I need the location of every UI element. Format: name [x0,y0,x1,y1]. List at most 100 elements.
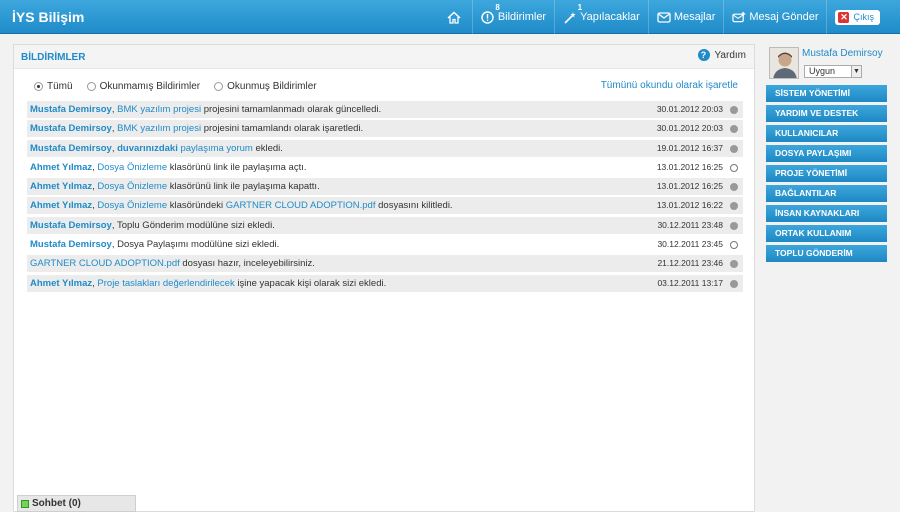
sidebar-menu-item[interactable]: İNSAN KAYNAKLARI [766,205,887,222]
user-link[interactable]: duvarınızdaki [117,143,178,154]
notification-row[interactable]: Mustafa Demirsoy, Dosya Paylaşımı modülü… [27,236,743,254]
sidebar-menu-item[interactable]: ORTAK KULLANIM [766,225,887,242]
unread-status-icon[interactable] [730,125,738,134]
user-link[interactable]: Mustafa Demirsoy [30,123,112,134]
notifications-button[interactable]: 8 Bildirimler [471,0,554,34]
user-link[interactable]: Ahmet Yılmaz [30,200,92,211]
item-link[interactable]: Proje taslakları değerlendirilecek [97,278,234,289]
notification-row[interactable]: GARTNER CLOUD ADOPTION.pdf dosyası hazır… [27,255,743,273]
notification-text: ekledi. [252,142,283,154]
notification-row[interactable]: Ahmet Yılmaz, Proje taslakları değerlend… [27,274,743,292]
notification-text: klasörünü link ile paylaşıma açtı. [167,161,307,173]
unread-status-icon[interactable] [730,260,738,269]
unread-status-icon[interactable] [730,183,738,192]
item-link[interactable]: paylaşıma yorum [180,143,252,154]
unread-status-icon[interactable] [730,221,738,230]
notifications-label: Bildirimler [497,11,547,23]
sidebar: Mustafa Demirsoy Uygun ▼ SİSTEM YÖNETİMİ… [766,44,887,262]
notification-row[interactable]: Mustafa Demirsoy, duvarınızdaki paylaşım… [27,139,743,157]
notification-row[interactable]: Mustafa Demirsoy, BMK yazılım projesi pr… [27,120,743,138]
read-status-icon[interactable] [730,163,738,172]
item-link[interactable]: Dosya Önizleme [97,200,167,211]
user-link[interactable]: Mustafa Demirsoy [30,220,112,231]
item-link[interactable]: GARTNER CLOUD ADOPTION.pdf [30,258,180,269]
chat-status-icon [21,499,29,508]
notification-text: , Dosya Paylaşımı modülüne sizi ekledi. [111,239,280,251]
notification-date: 30.01.2012 20:03 [656,123,723,134]
todos-count: 1 [577,3,583,12]
chat-label: Sohbet (0) [32,498,81,509]
notification-row[interactable]: Ahmet Yılmaz, Dosya Önizleme klasörünü l… [27,178,743,196]
messages-button[interactable]: Mesajlar [647,0,724,34]
envelope-plus-icon [732,10,746,24]
home-icon [447,10,461,24]
radio-icon [86,82,96,91]
notification-list: Mustafa Demirsoy, BMK yazılım projesi pr… [27,101,743,294]
notification-date: 13.01.2012 16:22 [656,200,723,211]
chat-bar[interactable]: Sohbet (0) [17,495,136,512]
status-select[interactable]: Uygun ▼ [804,65,862,78]
sidebar-menu-item[interactable]: YARDIM VE DESTEK [766,105,887,122]
user-link[interactable]: Mustafa Demirsoy [30,104,112,115]
top-navigation: 8 Bildirimler 1 Yapılacaklar Mesajlar Me… [439,0,888,34]
notifications-panel: BİLDİRİMLER ? Yardım Tümü Okunmamış Bild… [13,44,755,512]
filter-all-radio[interactable]: Tümü [34,81,73,92]
user-link[interactable]: Mustafa Demirsoy [30,239,112,250]
notification-date: 21.12.2011 23:46 [657,258,723,269]
page-title: BİLDİRİMLER [21,52,86,63]
notification-text: klasörünü link ile paylaşıma kapattı. [167,181,320,193]
unread-status-icon[interactable] [730,202,738,211]
item-link[interactable]: BMK yazılım projesi [117,104,201,115]
unread-status-icon[interactable] [730,144,738,153]
avatar[interactable] [769,47,799,79]
user-link[interactable]: Ahmet Yılmaz [30,181,92,192]
notification-date: 30.12.2011 23:45 [657,239,723,250]
sidebar-menu-item[interactable]: PROJE YÖNETİMİ [766,165,887,182]
filter-all-label: Tümü [47,81,73,92]
notification-date: 30.01.2012 20:03 [656,104,723,114]
notification-row[interactable]: Mustafa Demirsoy, BMK yazılım projesi pr… [27,101,743,118]
item-link[interactable]: Dosya Önizleme [97,181,167,192]
brand-title[interactable]: İYS Bilişim [12,9,84,25]
user-link[interactable]: Mustafa Demirsoy [30,143,112,154]
unread-status-icon[interactable] [730,279,738,288]
radio-selected-icon [34,82,43,91]
todos-button[interactable]: 1 Yapılacaklar [554,0,648,34]
user-link[interactable]: Ahmet Yılmaz [30,278,92,289]
send-message-button[interactable]: Mesaj Gönder [723,0,826,34]
home-button[interactable] [439,0,472,34]
filter-read-radio[interactable]: Okunmuş Bildirimler [214,81,317,92]
notification-text: işine yapacak kişi olarak sizi ekledi. [234,277,387,289]
filter-unread-radio[interactable]: Okunmamış Bildirimler [86,81,201,92]
help-link[interactable]: ? Yardım [697,49,746,61]
sidebar-menu-item[interactable]: SİSTEM YÖNETİMİ [766,85,887,102]
sidebar-menu-item[interactable]: KULLANICILAR [766,125,887,142]
item-link[interactable]: BMK yazılım projesi [117,123,201,134]
notification-text: projesini tamamlanmadı olarak güncelledi… [201,104,382,115]
notification-row[interactable]: Ahmet Yılmaz, Dosya Önizleme klasörünü l… [27,158,743,176]
mark-all-read-link[interactable]: Tümünü okundu olarak işaretle [601,80,738,91]
read-status-icon[interactable] [730,241,738,250]
sidebar-menu-item[interactable]: BAĞLANTILAR [766,185,887,202]
notification-row[interactable]: Mustafa Demirsoy, Toplu Gönderim modülün… [27,216,743,234]
user-card: Mustafa Demirsoy Uygun ▼ [766,44,887,82]
messages-label: Mesajlar [673,11,716,23]
status-value: Uygun [809,66,836,76]
notifications-count: 8 [495,3,500,12]
filter-unread-label: Okunmamış Bildirimler [99,81,201,92]
notification-text: dosyasını kilitledi. [375,200,453,212]
item-link[interactable]: GARTNER CLOUD ADOPTION.pdf [226,200,376,211]
send-message-label: Mesaj Gönder [749,11,819,23]
logout-button[interactable]: ✕ Çıkış [835,9,880,25]
user-link[interactable]: Ahmet Yılmaz [30,162,92,173]
user-name[interactable]: Mustafa Demirsoy [802,48,883,59]
notification-row[interactable]: Ahmet Yılmaz, Dosya Önizleme klasöründek… [27,197,743,215]
item-link[interactable]: Dosya Önizleme [97,162,167,173]
sidebar-menu-item[interactable]: TOPLU GÖNDERİM [766,245,887,262]
panel-header: BİLDİRİMLER ? Yardım [14,45,754,69]
filter-group: Tümü Okunmamış Bildirimler Okunmuş Bildi… [34,81,331,92]
notification-date: 13.01.2012 16:25 [656,181,723,192]
unread-status-icon[interactable] [730,106,738,114]
todos-label: Yapılacaklar [580,11,640,23]
sidebar-menu-item[interactable]: DOSYA PAYLAŞIMI [766,145,887,162]
